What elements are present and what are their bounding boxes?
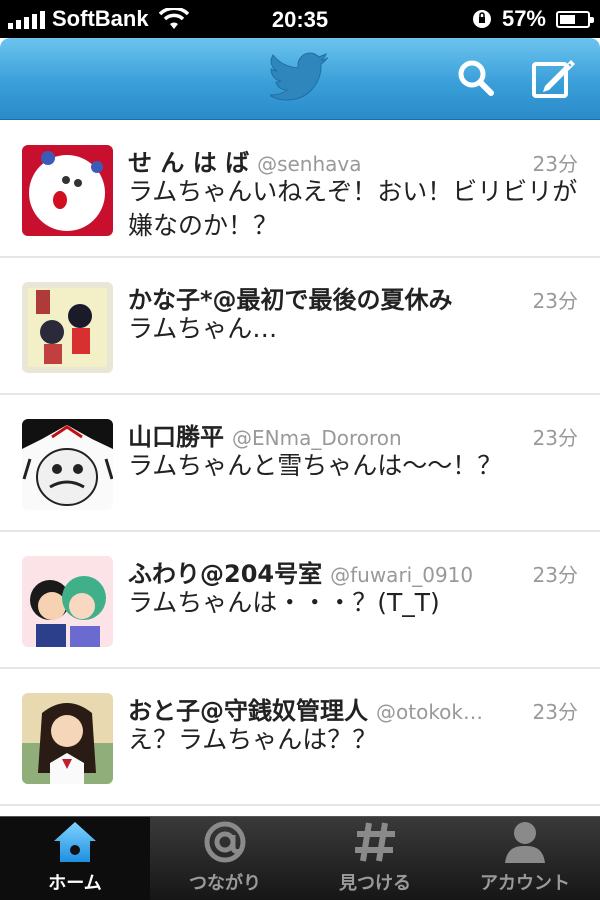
battery-percentage: 57% — [501, 6, 546, 31]
timeline[interactable]: せ ん は ば @senhava 23分 ラムちゃんいねえぞ！おい！ビリビリが嫌… — [0, 121, 600, 816]
navigation-bar — [0, 38, 600, 120]
tweet-author-handle: @otokok… — [376, 700, 484, 724]
tweet-timestamp: 23分 — [532, 289, 578, 313]
home-icon — [54, 822, 96, 862]
tweet-row[interactable]: かな子*@最初で最後の夏休み 23分 ラムちゃん… — [0, 258, 600, 395]
signal-strength-icon — [8, 9, 45, 29]
tweet-timestamp: 23分 — [532, 700, 578, 724]
tweet-timestamp: 23分 — [532, 563, 578, 587]
tweet-author-handle: @senhava — [257, 152, 362, 176]
tab-label: アカウント — [480, 873, 570, 894]
tweet-row[interactable]: おと子@守銭奴管理人 @otokok… 23分 え？ラムちゃんは？？ — [0, 669, 600, 806]
status-bar: SoftBank 20:35 57% — [0, 0, 600, 38]
tab-discover[interactable]: 見つける — [300, 817, 450, 900]
tweet-author-handle: @ENma_Dororon — [232, 426, 402, 450]
tweet-author-name: おと子@守銭奴管理人 — [128, 697, 368, 725]
tweet-row[interactable]: せ ん は ば @senhava 23分 ラムちゃんいねえぞ！おい！ビリビリが嫌… — [0, 121, 600, 258]
avatar[interactable] — [22, 145, 113, 236]
tab-connect[interactable]: つながり — [150, 817, 300, 900]
tweet-author-handle: @fuwari_0910 — [330, 563, 474, 587]
avatar[interactable] — [22, 282, 113, 373]
tweet-timestamp: 23分 — [532, 152, 578, 176]
tweet-author-name: ふわり@204号室 — [128, 560, 323, 588]
avatar[interactable] — [22, 556, 113, 647]
compose-tweet-button[interactable] — [530, 54, 578, 102]
twitter-bird-icon — [270, 52, 329, 101]
tweet-text: ラムちゃんは・・・？(T_T) — [128, 588, 440, 617]
tweet-row[interactable]: 山口勝平 @ENma_Dororon 23分 ラムちゃんと雪ちゃんは〜〜！？ — [0, 395, 600, 532]
battery-icon — [556, 10, 594, 28]
search-button[interactable] — [452, 54, 500, 102]
wifi-icon — [158, 8, 189, 29]
search-icon — [458, 60, 494, 96]
tab-label: つながり — [189, 873, 261, 894]
person-icon — [505, 822, 545, 863]
tweet-text: ラムちゃんいねえぞ！おい！ビリビリが嫌なのか！？ — [128, 177, 578, 240]
rotation-lock-icon — [472, 10, 491, 28]
tweet-author-name: 山口勝平 — [128, 423, 224, 451]
avatar[interactable] — [22, 419, 113, 510]
tweet-author-name: せ ん は ば — [128, 149, 250, 177]
tweet-author-name: かな子*@最初で最後の夏休み — [128, 286, 453, 314]
tweet-row[interactable]: ふわり@204号室 @fuwari_0910 23分 ラムちゃんは・・・？(T_… — [0, 532, 600, 669]
at-sign-icon — [204, 821, 246, 863]
tweet-timestamp: 23分 — [532, 426, 578, 450]
tweet-text: ラムちゃん… — [128, 314, 278, 343]
tab-home[interactable]: ホーム — [0, 817, 150, 900]
tweet-text: え？ラムちゃんは？？ — [128, 725, 378, 754]
tab-account[interactable]: アカウント — [450, 817, 600, 900]
avatar[interactable] — [22, 693, 113, 784]
tweet-text: ラムちゃんと雪ちゃんは〜〜！？ — [128, 451, 503, 480]
tab-bar: ホーム つながり 見つける アカウント — [0, 816, 600, 900]
compose-icon — [532, 60, 575, 98]
carrier-name: SoftBank — [52, 6, 149, 31]
tab-label: 見つける — [339, 873, 411, 894]
battery-level — [560, 14, 575, 24]
hashtag-icon — [355, 822, 395, 862]
tab-label: ホーム — [48, 873, 102, 894]
